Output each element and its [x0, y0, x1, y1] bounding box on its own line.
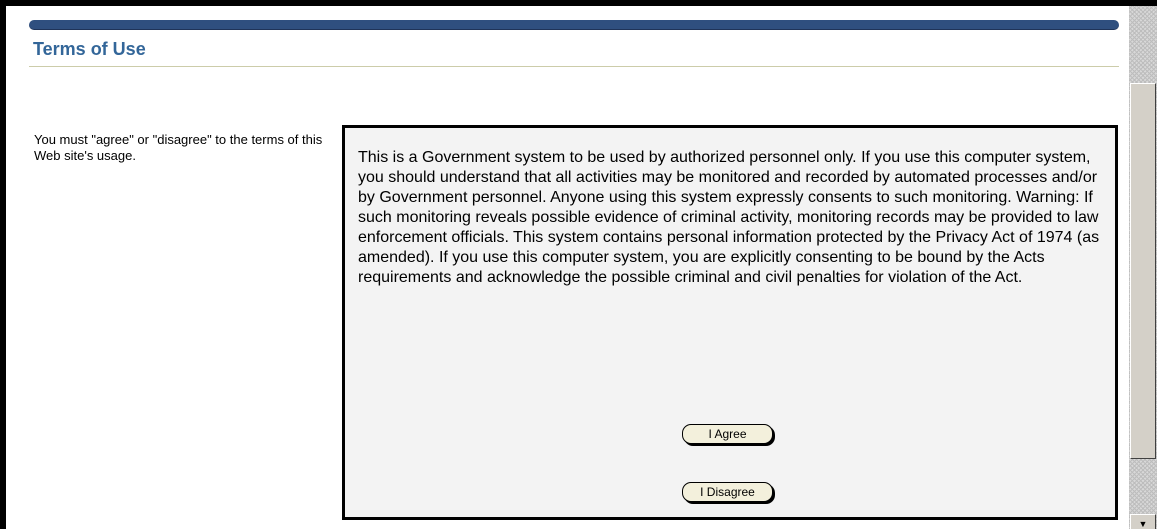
title-divider: [29, 66, 1119, 67]
disagree-button[interactable]: I Disagree: [682, 482, 773, 502]
instruction-text: You must "agree" or "disagree" to the te…: [34, 132, 323, 163]
page-title: Terms of Use: [33, 39, 146, 59]
page-content: Terms of Use You must "agree" or "disagr…: [6, 6, 1129, 529]
header-bar: [29, 20, 1119, 30]
terms-text: This is a Government system to be used b…: [358, 149, 1100, 286]
agree-button[interactable]: I Agree: [682, 424, 773, 444]
vertical-scrollbar[interactable]: ▼: [1129, 6, 1157, 529]
terms-panel: This is a Government system to be used b…: [342, 125, 1118, 520]
chevron-down-icon[interactable]: ▼: [1130, 514, 1156, 529]
scrollbar-thumb[interactable]: [1130, 83, 1156, 459]
